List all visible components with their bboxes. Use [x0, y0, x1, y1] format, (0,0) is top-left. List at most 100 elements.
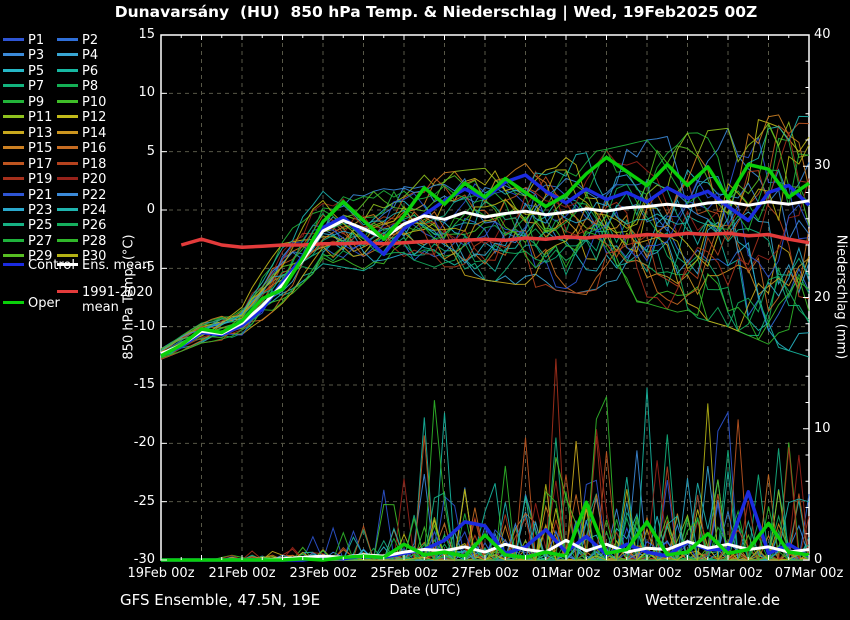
legend-label: P5	[28, 64, 44, 79]
temp-tick-label: 10	[115, 85, 155, 100]
legend-swatch	[3, 301, 24, 304]
legend-swatch	[57, 254, 78, 257]
legend-label: P27	[28, 234, 52, 249]
legend-label: P25	[28, 218, 52, 233]
legend-item-oper: Oper	[3, 296, 60, 311]
legend-item-P19: P19	[3, 172, 52, 187]
legend-label: P26	[82, 218, 106, 233]
temp-tick-label: -25	[115, 494, 155, 509]
x-tick-label: 23Feb 00z	[281, 566, 365, 581]
legend-swatch	[57, 84, 78, 87]
legend-swatch	[3, 223, 24, 226]
legend-swatch	[57, 290, 78, 293]
legend-label: P16	[82, 141, 106, 156]
precip-axis-title: Niederschlag (mm)	[834, 235, 849, 360]
legend-item-P13: P13	[3, 126, 52, 141]
footer-brand: Wetterzentrale.de	[645, 591, 780, 609]
legend-item-P11: P11	[3, 110, 52, 125]
legend-label: P28	[82, 234, 106, 249]
x-tick-label: 21Feb 00z	[200, 566, 284, 581]
legend-item-P21: P21	[3, 188, 52, 203]
legend-label: P3	[28, 48, 44, 63]
temp-tick-label: -15	[115, 377, 155, 392]
legend-label: P9	[28, 95, 44, 110]
legend-item-P9: P9	[3, 95, 44, 110]
legend-item-1991-2020-mean: 1991-2020 mean	[57, 285, 157, 315]
legend-swatch	[3, 162, 24, 165]
legend-item-P17: P17	[3, 157, 52, 172]
legend-item-P1: P1	[3, 33, 44, 48]
legend-item-P7: P7	[3, 79, 44, 94]
legend-item-P25: P25	[3, 218, 52, 233]
legend-swatch	[57, 208, 78, 211]
legend-item-P3: P3	[3, 48, 44, 63]
legend-swatch	[57, 69, 78, 72]
meteogram-page: Dunavarsány (HU) 850 hPa Temp. & Nieders…	[0, 0, 850, 620]
legend-swatch	[3, 208, 24, 211]
x-tick-label: 05Mar 00z	[686, 566, 770, 581]
precip-tick-label: 10	[814, 421, 848, 436]
legend-label: P14	[82, 126, 106, 141]
legend-swatch	[57, 162, 78, 165]
legend-item-P28: P28	[57, 234, 106, 249]
legend-swatch	[3, 146, 24, 149]
legend-item-P14: P14	[57, 126, 106, 141]
legend-item-P6: P6	[57, 64, 98, 79]
legend-swatch	[3, 263, 24, 266]
legend-swatch	[3, 100, 24, 103]
legend-swatch	[57, 223, 78, 226]
legend-swatch	[57, 115, 78, 118]
legend-swatch	[3, 115, 24, 118]
temp-tick-label: 0	[115, 202, 155, 217]
legend-item-P10: P10	[57, 95, 106, 110]
legend-item-P27: P27	[3, 234, 52, 249]
legend-label: P10	[82, 95, 106, 110]
x-tick-label: 07Mar 00z	[767, 566, 850, 581]
legend-item-P2: P2	[57, 33, 98, 48]
legend-label: P15	[28, 141, 52, 156]
x-tick-label: 19Feb 00z	[119, 566, 203, 581]
precip-tick-label: 0	[814, 552, 848, 567]
legend-item-P26: P26	[57, 218, 106, 233]
legend-item-P8: P8	[57, 79, 98, 94]
legend-label: P19	[28, 172, 52, 187]
x-tick-label: 25Feb 00z	[362, 566, 446, 581]
legend-swatch	[3, 53, 24, 56]
x-axis-title: Date (UTC)	[389, 583, 460, 598]
legend-swatch	[57, 53, 78, 56]
legend-swatch	[57, 263, 78, 266]
temp-tick-label: -20	[115, 435, 155, 450]
legend-label: P6	[82, 64, 98, 79]
legend-swatch	[3, 131, 24, 134]
legend-swatch	[3, 193, 24, 196]
legend-swatch	[57, 177, 78, 180]
legend-swatch	[3, 38, 24, 41]
legend-swatch	[3, 254, 24, 257]
legend-label: P8	[82, 79, 98, 94]
legend-item-P20: P20	[57, 172, 106, 187]
legend-item-P22: P22	[57, 188, 106, 203]
legend-swatch	[3, 239, 24, 242]
temp-tick-label: 5	[115, 144, 155, 159]
legend-swatch	[57, 239, 78, 242]
legend-swatch	[3, 177, 24, 180]
legend-label: P11	[28, 110, 52, 125]
x-tick-label: 03Mar 00z	[605, 566, 689, 581]
legend-label: P24	[82, 203, 106, 218]
legend-swatch	[3, 84, 24, 87]
footer-model-info: GFS Ensemble, 47.5N, 19E	[120, 591, 320, 609]
legend-swatch	[57, 131, 78, 134]
legend-label: P18	[82, 157, 106, 172]
legend-item-P15: P15	[3, 141, 52, 156]
legend-label: P22	[82, 188, 106, 203]
legend-label: Oper	[28, 296, 60, 311]
legend-label: P7	[28, 79, 44, 94]
legend-swatch	[57, 38, 78, 41]
legend-item-P16: P16	[57, 141, 106, 156]
legend-swatch	[57, 146, 78, 149]
legend-swatch	[57, 193, 78, 196]
precip-tick-label: 40	[814, 27, 848, 42]
legend-label: P23	[28, 203, 52, 218]
temp-tick-label: -30	[115, 552, 155, 567]
legend-label: P1	[28, 33, 44, 48]
